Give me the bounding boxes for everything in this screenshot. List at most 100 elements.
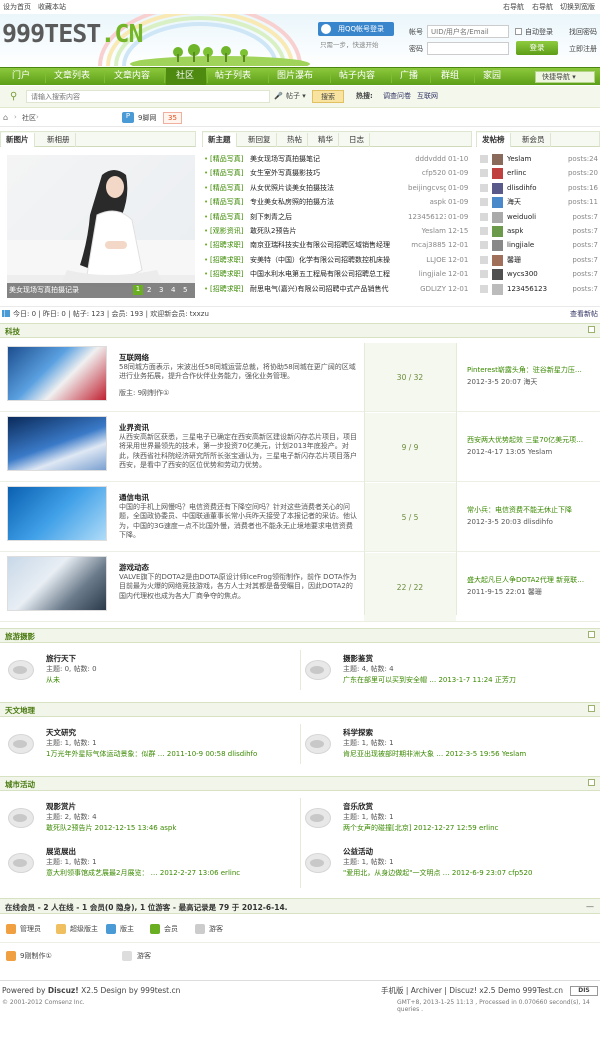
account-input[interactable]: [427, 25, 509, 38]
rank-user[interactable]: 海天: [507, 198, 521, 206]
set-home-link[interactable]: 设为首页: [3, 3, 31, 11]
tab-new-threads[interactable]: 新主题: [203, 133, 237, 147]
thread-author[interactable]: LLJOE: [408, 256, 446, 264]
forum-name[interactable]: 游戏动态: [119, 563, 149, 572]
thread-tag[interactable]: [精品写真]: [210, 184, 243, 192]
collapse-icon[interactable]: [588, 326, 595, 333]
thread-title[interactable]: 从女优照片谈美女拍摄技法: [250, 184, 408, 192]
thread-tag[interactable]: [招聘求职]: [210, 285, 243, 293]
gallery-caption[interactable]: 美女现场写真拍摄记录: [9, 286, 79, 294]
nav-thread-list[interactable]: 帖子列表: [215, 71, 251, 82]
rank-user[interactable]: aspk: [507, 227, 523, 235]
collapse-icon[interactable]: —: [586, 902, 594, 912]
nav-thread-content[interactable]: 帖子内容: [339, 71, 375, 82]
section-city-header[interactable]: 城市活动: [0, 776, 600, 791]
qq-login-button[interactable]: 用QQ帐号登录: [318, 22, 394, 36]
quick-nav-button[interactable]: 快捷导航 ▾: [535, 71, 595, 83]
gallery-image[interactable]: 美女现场写真拍摄记录 1 2 3 4 5: [7, 155, 195, 298]
hot-search-link[interactable]: 互联网: [417, 92, 438, 100]
rank-user[interactable]: dlisdihfo: [507, 184, 537, 192]
forum-last-post[interactable]: 常小兵：电信资费不能无休止下降: [467, 506, 595, 514]
forum-last-post[interactable]: "爱用北，从身边做起"一文明点 … 2012-6-9 23:07 cfp520: [343, 869, 595, 877]
right-nav-link[interactable]: 右导航: [503, 3, 524, 11]
forum-name[interactable]: 音乐欣赏: [343, 802, 373, 811]
thread-title[interactable]: 耐思电气(嘉兴)有限公司招聘中式产品销售代: [250, 285, 408, 293]
section-tech-header[interactable]: 科技: [0, 323, 600, 338]
thread-tag[interactable]: [精品写真]: [210, 169, 243, 177]
gallery-page-1[interactable]: 1: [133, 285, 143, 295]
footer-links[interactable]: 手机版 | Archiver | Discuz! x2.5 Demo 999Te…: [381, 986, 563, 995]
tab-new-images[interactable]: 新图片: [1, 133, 35, 147]
forum-name[interactable]: 科学探索: [343, 728, 373, 737]
thread-title[interactable]: 美女现场写真拍摄笔记: [250, 155, 408, 163]
password-input[interactable]: [427, 42, 509, 55]
thread-author[interactable]: mcaj3885: [408, 241, 446, 249]
thread-title[interactable]: 女生室外写真摄影技巧: [250, 169, 408, 177]
tab-new-replies[interactable]: 新回复: [243, 133, 277, 147]
thread-author[interactable]: 123456123: [408, 213, 446, 221]
forum-last-post[interactable]: 广东在部里可以买到安全帽 … 2013-1-7 11:24 正芳刀: [343, 676, 595, 684]
search-type-select[interactable]: 帖子 ▾: [286, 92, 306, 100]
wide-style-link[interactable]: 切换到宽版: [560, 3, 595, 11]
forum-name[interactable]: 互联网络: [119, 353, 149, 362]
collapse-icon[interactable]: [588, 705, 595, 712]
forum-name[interactable]: 摄影鉴赏: [343, 654, 373, 663]
forum-name[interactable]: 展览展出: [46, 847, 76, 856]
forum-last-post[interactable]: Pinterest崭露头角：驻谷新星力压…: [467, 366, 595, 374]
nav-broadcast[interactable]: 广播: [400, 71, 418, 82]
forum-last-post[interactable]: 两个女声的碰撞[北京] 2012-12-27 12:59 erlinc: [343, 824, 595, 832]
forum-name[interactable]: 旅行天下: [46, 654, 76, 663]
thread-title[interactable]: 专业美女私房照的拍摄方法: [250, 198, 408, 206]
tab-new-members[interactable]: 新会员: [517, 133, 551, 147]
tab-post-ranking[interactable]: 发帖榜: [477, 133, 511, 147]
forum-last-post[interactable]: 敢死队2预告片 2012-12-15 13:46 aspk: [46, 824, 298, 832]
forum-thumbnail[interactable]: [7, 486, 107, 541]
thread-author[interactable]: GDLIZY: [408, 285, 446, 293]
thread-tag[interactable]: [招聘求职]: [210, 270, 243, 278]
forum-last-post[interactable]: 盛大起凡巨人争DOTA2代理 新竞联…: [467, 576, 595, 584]
thread-title[interactable]: 安美特（中国）化学有限公司招聘数控机床操: [250, 256, 408, 264]
login-button[interactable]: 登录: [516, 41, 558, 55]
forum-thumbnail[interactable]: [7, 556, 107, 611]
nav-portal[interactable]: 门户: [12, 71, 30, 82]
thread-tag[interactable]: [精品写真]: [210, 198, 243, 206]
thread-tag[interactable]: [招聘求职]: [210, 241, 243, 249]
thread-author[interactable]: beijingcvsg: [408, 184, 446, 192]
bookmark-link[interactable]: 收藏本站: [38, 3, 66, 11]
avatar[interactable]: [492, 168, 503, 180]
thread-title[interactable]: 中国水利水电第五工程局有限公司招聘总工程: [250, 270, 408, 278]
thread-tag[interactable]: [精品写真]: [210, 155, 243, 163]
forum-last-post[interactable]: 西安两大优势起效 三星70亿美元项…: [467, 436, 595, 444]
tab-digest[interactable]: 精华: [313, 133, 339, 147]
forum-thumbnail[interactable]: [7, 346, 107, 401]
thread-title[interactable]: 敢死队2预告片: [250, 227, 408, 235]
avatar[interactable]: [492, 197, 503, 209]
nav-article-list[interactable]: 文章列表: [54, 71, 90, 82]
forum-name[interactable]: 天文研究: [46, 728, 76, 737]
collapse-icon[interactable]: [588, 779, 595, 786]
thread-tag[interactable]: [精品写真]: [210, 213, 243, 221]
discuz-link[interactable]: Discuz!: [48, 986, 79, 995]
forum-last-post[interactable]: 1万光年外星际气体运动景象：似群 … 2011-10-9 00:58 dlisd…: [46, 750, 298, 758]
thread-author[interactable]: dddvddd: [408, 155, 446, 163]
avatar[interactable]: [492, 240, 503, 252]
avatar[interactable]: [492, 226, 503, 237]
thread-tag[interactable]: [招聘求职]: [210, 256, 243, 264]
collapse-icon[interactable]: [588, 631, 595, 638]
tab-hot[interactable]: 热帖: [282, 133, 308, 147]
microphone-icon[interactable]: 🎤: [274, 92, 283, 100]
rank-user[interactable]: lingjiale: [507, 241, 534, 249]
forum-name[interactable]: 业界资讯: [119, 423, 149, 432]
avatar[interactable]: [492, 182, 503, 194]
thread-author[interactable]: lingjiale: [408, 270, 446, 278]
home-icon[interactable]: ⌂: [3, 113, 8, 123]
auto-login-checkbox[interactable]: [515, 28, 522, 35]
section-geo-header[interactable]: 天文地理: [0, 702, 600, 717]
rank-user[interactable]: weiduoli: [507, 213, 536, 221]
forum-last-post[interactable]: 意大利领事馆成艺展最2月展览： … 2012-2-27 13:06 erlinc: [46, 869, 298, 877]
forum-last-post[interactable]: 从未: [46, 676, 298, 684]
avatar[interactable]: [492, 254, 503, 266]
forum-thumbnail[interactable]: [7, 416, 107, 471]
find-password-link[interactable]: 找回密码: [569, 28, 597, 36]
avatar[interactable]: [492, 283, 503, 295]
